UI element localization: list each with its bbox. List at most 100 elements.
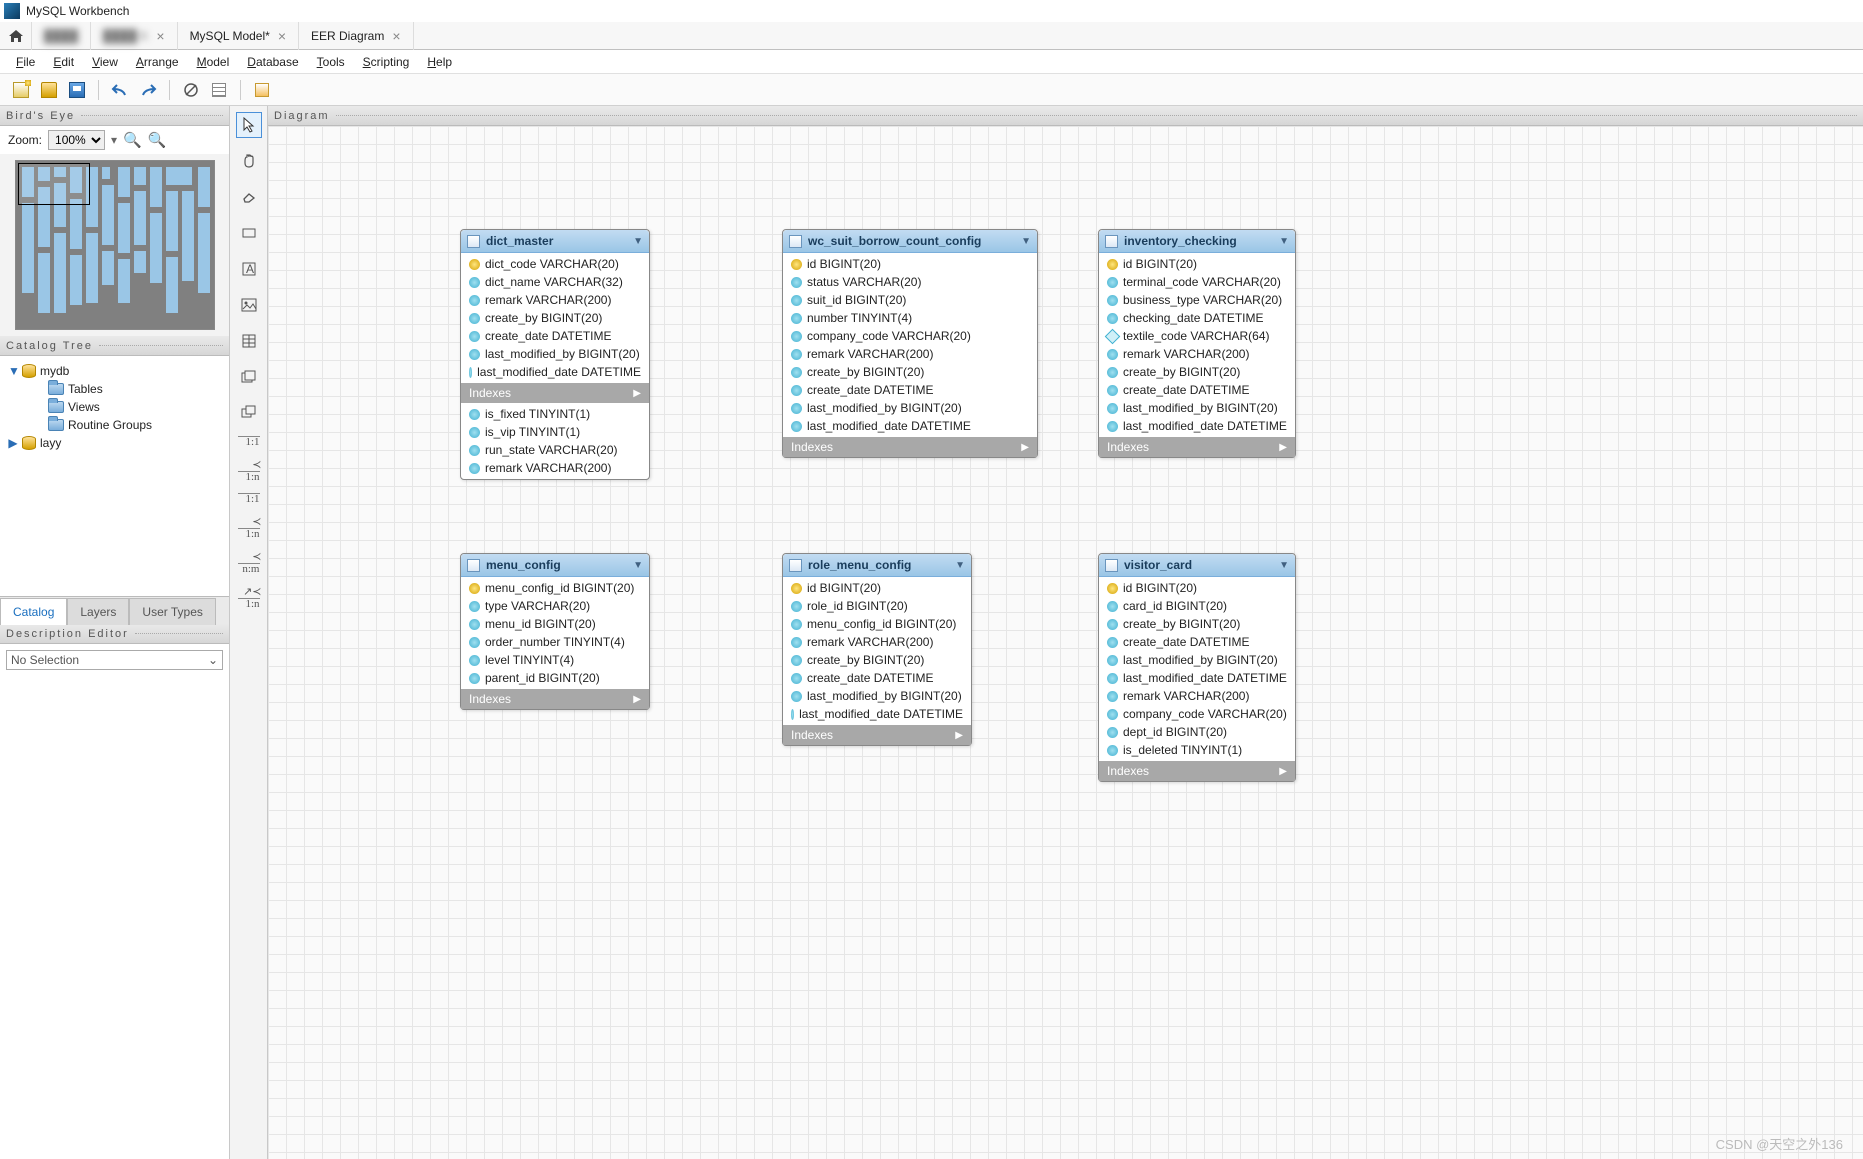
rel-1-1-nonid[interactable]: 1:1	[236, 436, 262, 448]
column-row[interactable]: remark VARCHAR(200)	[1099, 687, 1295, 705]
column-row[interactable]: type VARCHAR(20)	[461, 597, 649, 615]
column-row[interactable]: last_modified_by BIGINT(20)	[783, 687, 971, 705]
tree-db-mydb[interactable]: ▼ mydb	[4, 362, 225, 380]
column-row[interactable]: id BIGINT(20)	[783, 579, 971, 597]
close-icon[interactable]: ×	[156, 29, 164, 43]
column-row[interactable]: company_code VARCHAR(20)	[1099, 705, 1295, 723]
column-row[interactable]: is_vip TINYINT(1)	[461, 423, 649, 441]
column-row[interactable]: suit_id BIGINT(20)	[783, 291, 1037, 309]
new-file-button[interactable]	[10, 79, 32, 101]
column-row[interactable]: create_by BIGINT(20)	[783, 651, 971, 669]
column-row[interactable]: create_by BIGINT(20)	[461, 309, 649, 327]
column-row[interactable]: last_modified_date DATETIME	[783, 705, 971, 723]
column-row[interactable]: card_id BIGINT(20)	[1099, 597, 1295, 615]
table-button[interactable]	[208, 79, 230, 101]
menu-view[interactable]: View	[92, 55, 118, 69]
routine-tool[interactable]	[236, 400, 262, 426]
column-row[interactable]: menu_config_id BIGINT(20)	[783, 615, 971, 633]
indexes-section[interactable]: Indexes▶	[783, 437, 1037, 457]
layer-tool[interactable]	[236, 220, 262, 246]
rel-1-1-id[interactable]: 1:1	[236, 493, 262, 505]
column-row[interactable]: create_date DATETIME	[1099, 633, 1295, 651]
validate-button[interactable]	[180, 79, 202, 101]
script-button[interactable]	[251, 79, 273, 101]
entity-header[interactable]: menu_config▼	[461, 554, 649, 577]
view-tool[interactable]	[236, 364, 262, 390]
column-row[interactable]: remark VARCHAR(200)	[1099, 345, 1295, 363]
column-row[interactable]: order_number TINYINT(4)	[461, 633, 649, 651]
rel-1-n-pick[interactable]: ↗≺1:n	[236, 585, 262, 610]
indexes-section[interactable]: Indexes▶	[461, 689, 649, 709]
eraser-tool[interactable]	[236, 184, 262, 210]
column-row[interactable]: remark VARCHAR(200)	[461, 459, 649, 477]
column-row[interactable]: remark VARCHAR(200)	[783, 345, 1037, 363]
column-row[interactable]: create_date DATETIME	[783, 381, 1037, 399]
column-row[interactable]: number TINYINT(4)	[783, 309, 1037, 327]
column-row[interactable]: create_date DATETIME	[783, 669, 971, 687]
doc-tab-2[interactable]: MySQL Model*×	[178, 22, 299, 50]
collapse-toggle[interactable]: ▼	[955, 560, 965, 571]
column-row[interactable]: role_id BIGINT(20)	[783, 597, 971, 615]
menu-model[interactable]: Model	[197, 55, 230, 69]
tree-routines[interactable]: Routine Groups	[4, 416, 225, 434]
column-row[interactable]: last_modified_by BIGINT(20)	[783, 399, 1037, 417]
column-row[interactable]: status VARCHAR(20)	[783, 273, 1037, 291]
tree-db-layy[interactable]: ▶ layy	[4, 434, 225, 452]
column-row[interactable]: last_modified_date DATETIME	[1099, 669, 1295, 687]
expand-toggle[interactable]: ▼	[8, 364, 18, 378]
tab-catalog[interactable]: Catalog	[0, 598, 67, 625]
rel-1-n-id[interactable]: ≺1:n	[236, 515, 262, 540]
menu-arrange[interactable]: Arrange	[136, 55, 179, 69]
close-icon[interactable]: ×	[278, 29, 286, 43]
column-row[interactable]: last_modified_by BIGINT(20)	[461, 345, 649, 363]
column-row[interactable]: last_modified_date DATETIME	[461, 363, 649, 381]
doc-tab-3[interactable]: EER Diagram×	[299, 22, 414, 50]
column-row[interactable]: level TINYINT(4)	[461, 651, 649, 669]
column-row[interactable]: dict_name VARCHAR(32)	[461, 273, 649, 291]
menu-file[interactable]: File	[16, 55, 35, 69]
close-icon[interactable]: ×	[392, 29, 400, 43]
home-tab[interactable]	[0, 22, 32, 50]
entity-visitor_card[interactable]: visitor_card▼id BIGINT(20)card_id BIGINT…	[1098, 553, 1296, 782]
column-row[interactable]: last_modified_date DATETIME	[1099, 417, 1295, 435]
column-row[interactable]: id BIGINT(20)	[783, 255, 1037, 273]
entity-header[interactable]: visitor_card▼	[1099, 554, 1295, 577]
menu-help[interactable]: Help	[427, 55, 452, 69]
entity-header[interactable]: inventory_checking▼	[1099, 230, 1295, 253]
column-row[interactable]: create_by BIGINT(20)	[783, 363, 1037, 381]
entity-role_menu_config[interactable]: role_menu_config▼id BIGINT(20)role_id BI…	[782, 553, 972, 746]
birdseye-preview[interactable]	[15, 160, 215, 330]
save-button[interactable]	[66, 79, 88, 101]
birdseye-viewport[interactable]	[18, 163, 90, 205]
collapse-toggle[interactable]: ▼	[633, 236, 643, 247]
text-tool[interactable]: A	[236, 256, 262, 282]
collapse-toggle[interactable]: ▼	[1279, 560, 1289, 571]
tree-tables[interactable]: Tables	[4, 380, 225, 398]
expand-toggle[interactable]: ▶	[8, 436, 18, 450]
menu-tools[interactable]: Tools	[317, 55, 345, 69]
column-row[interactable]: last_modified_date DATETIME	[783, 417, 1037, 435]
hand-tool[interactable]	[236, 148, 262, 174]
column-row[interactable]: run_state VARCHAR(20)	[461, 441, 649, 459]
entity-header[interactable]: dict_master▼	[461, 230, 649, 253]
column-row[interactable]: dict_code VARCHAR(20)	[461, 255, 649, 273]
column-row[interactable]: id BIGINT(20)	[1099, 579, 1295, 597]
menu-edit[interactable]: Edit	[53, 55, 74, 69]
menu-scripting[interactable]: Scripting	[363, 55, 410, 69]
entity-wc_suit_borrow_count_config[interactable]: wc_suit_borrow_count_config▼id BIGINT(20…	[782, 229, 1038, 458]
description-select[interactable]: No Selection ⌄	[6, 650, 223, 670]
redo-button[interactable]	[137, 79, 159, 101]
column-row[interactable]: company_code VARCHAR(20)	[783, 327, 1037, 345]
zoom-select[interactable]: 100%	[48, 130, 105, 150]
column-row[interactable]: remark VARCHAR(200)	[783, 633, 971, 651]
column-row[interactable]: parent_id BIGINT(20)	[461, 669, 649, 687]
indexes-section[interactable]: Indexes▶	[1099, 437, 1295, 457]
tab-user-types[interactable]: User Types	[129, 598, 215, 625]
column-row[interactable]: dept_id BIGINT(20)	[1099, 723, 1295, 741]
entity-menu_config[interactable]: menu_config▼menu_config_id BIGINT(20)typ…	[460, 553, 650, 710]
pointer-tool[interactable]	[236, 112, 262, 138]
undo-button[interactable]	[109, 79, 131, 101]
column-row[interactable]: business_type VARCHAR(20)	[1099, 291, 1295, 309]
doc-tab-0[interactable]: ████	[32, 22, 91, 50]
image-tool[interactable]	[236, 292, 262, 318]
